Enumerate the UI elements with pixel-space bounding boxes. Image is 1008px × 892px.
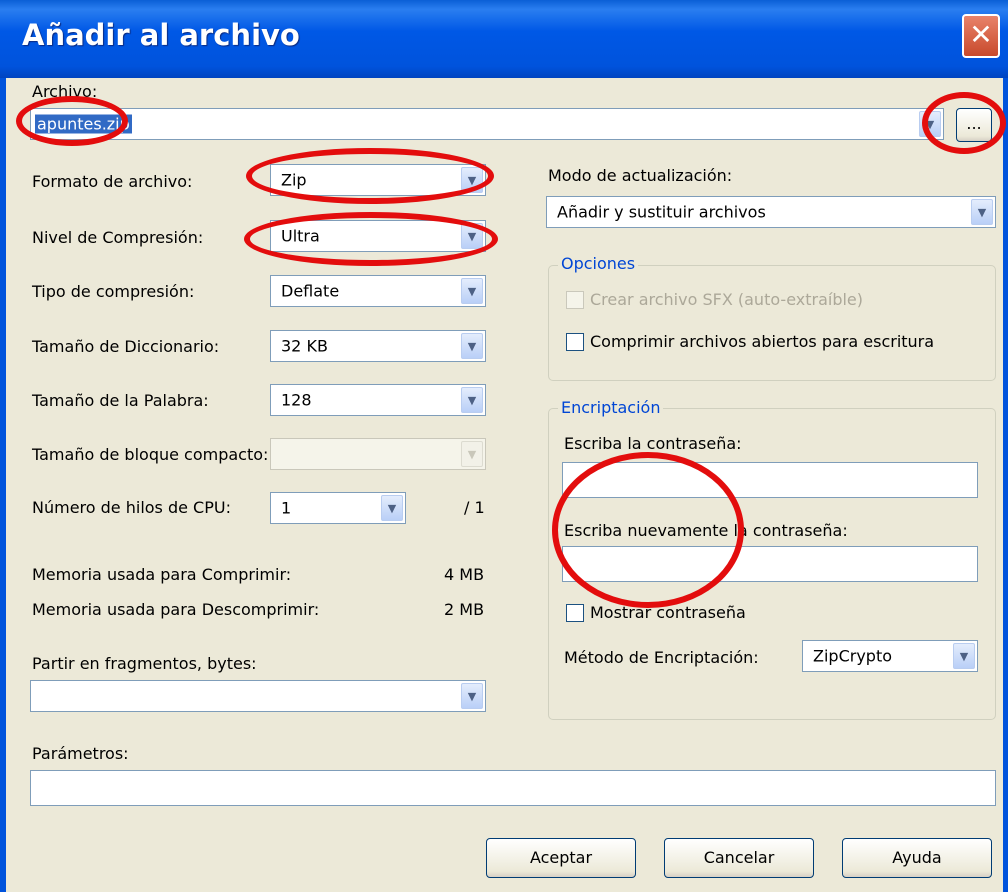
split-combobox[interactable]: ▼ <box>30 680 486 712</box>
method-label: Tipo de compresión: <box>32 282 195 301</box>
threads-value: 1 <box>281 498 292 518</box>
chevron-down-icon[interactable]: ▼ <box>461 387 483 413</box>
chevron-down-icon[interactable]: ▼ <box>971 199 993 225</box>
ok-button[interactable]: Aceptar <box>486 838 636 878</box>
level-combobox[interactable]: Ultra ▼ <box>270 220 486 252</box>
close-icon: ✕ <box>969 18 993 51</box>
encryption-method-label: Método de Encriptación: <box>564 648 759 667</box>
password-input[interactable] <box>562 462 978 498</box>
chevron-down-icon[interactable]: ▼ <box>381 495 403 521</box>
mem-decomp-value: 2 MB <box>444 600 485 619</box>
sfx-checkbox <box>566 291 584 309</box>
shared-files-label: Comprimir archivos abiertos para escritu… <box>590 332 935 351</box>
archive-combobox[interactable]: apuntes.zip ▼ <box>30 108 944 140</box>
mem-decomp-label: Memoria usada para Descomprimir: <box>32 600 320 619</box>
dict-combobox[interactable]: 32 KB ▼ <box>270 330 486 362</box>
close-button[interactable]: ✕ <box>962 14 1000 58</box>
params-input[interactable] <box>30 770 996 806</box>
solid-label: Tamaño de bloque compacto: <box>32 445 269 464</box>
chevron-down-icon: ▼ <box>461 441 483 467</box>
chevron-down-icon[interactable]: ▼ <box>461 223 483 249</box>
format-combobox[interactable]: Zip ▼ <box>270 164 486 196</box>
format-label: Formato de archivo: <box>32 172 193 191</box>
level-label: Nivel de Compresión: <box>32 228 204 247</box>
threads-label: Número de hilos de CPU: <box>32 498 231 517</box>
archive-label: Archivo: <box>32 82 98 101</box>
params-label: Parámetros: <box>32 744 129 763</box>
split-label: Partir en fragmentos, bytes: <box>32 654 257 673</box>
options-legend: Opciones <box>558 254 639 273</box>
show-password-label: Mostrar contraseña <box>590 603 746 622</box>
password-repeat-label: Escriba nuevamente la contraseña: <box>564 521 848 540</box>
chevron-down-icon[interactable]: ▼ <box>919 111 941 137</box>
method-value: Deflate <box>281 281 340 301</box>
encryption-method-combobox[interactable]: ZipCrypto ▼ <box>802 640 978 672</box>
format-value: Zip <box>281 170 307 190</box>
update-mode-label: Modo de actualización: <box>548 166 733 185</box>
encryption-method-value: ZipCrypto <box>813 646 892 666</box>
chevron-down-icon[interactable]: ▼ <box>461 167 483 193</box>
encryption-legend: Encriptación <box>558 398 664 417</box>
password-repeat-input[interactable] <box>562 546 978 582</box>
show-password-checkbox[interactable] <box>566 604 584 622</box>
browse-button[interactable]: ... <box>956 108 992 142</box>
chevron-down-icon[interactable]: ▼ <box>461 683 483 709</box>
chevron-down-icon[interactable]: ▼ <box>953 643 975 669</box>
level-value: Ultra <box>281 226 320 246</box>
window-frame-left <box>0 78 6 892</box>
help-button[interactable]: Ayuda <box>842 838 992 878</box>
options-group <box>548 265 996 381</box>
word-value: 128 <box>281 390 312 410</box>
password-label: Escriba la contraseña: <box>564 434 742 453</box>
method-combobox[interactable]: Deflate ▼ <box>270 275 486 307</box>
sfx-label: Crear archivo SFX (auto-extraíble) <box>590 290 864 309</box>
window-title: Añadir al archivo <box>22 18 300 52</box>
cancel-button[interactable]: Cancelar <box>664 838 814 878</box>
shared-files-checkbox[interactable] <box>566 333 584 351</box>
archive-value: apuntes.zip <box>35 114 132 134</box>
mem-comp-label: Memoria usada para Comprimir: <box>32 565 292 584</box>
window-frame-right <box>1003 78 1008 892</box>
mem-comp-value: 4 MB <box>444 565 485 584</box>
update-mode-value: Añadir y sustituir archivos <box>557 202 766 222</box>
update-mode-combobox[interactable]: Añadir y sustituir archivos ▼ <box>546 196 996 228</box>
word-label: Tamaño de la Palabra: <box>32 391 209 410</box>
threads-combobox[interactable]: 1 ▼ <box>270 492 406 524</box>
chevron-down-icon[interactable]: ▼ <box>461 333 483 359</box>
threads-max: / 1 <box>464 498 485 517</box>
solid-combobox: ▼ <box>270 438 486 470</box>
chevron-down-icon[interactable]: ▼ <box>461 278 483 304</box>
dict-label: Tamaño de Diccionario: <box>32 337 220 356</box>
dict-value: 32 KB <box>281 336 328 356</box>
word-combobox[interactable]: 128 ▼ <box>270 384 486 416</box>
